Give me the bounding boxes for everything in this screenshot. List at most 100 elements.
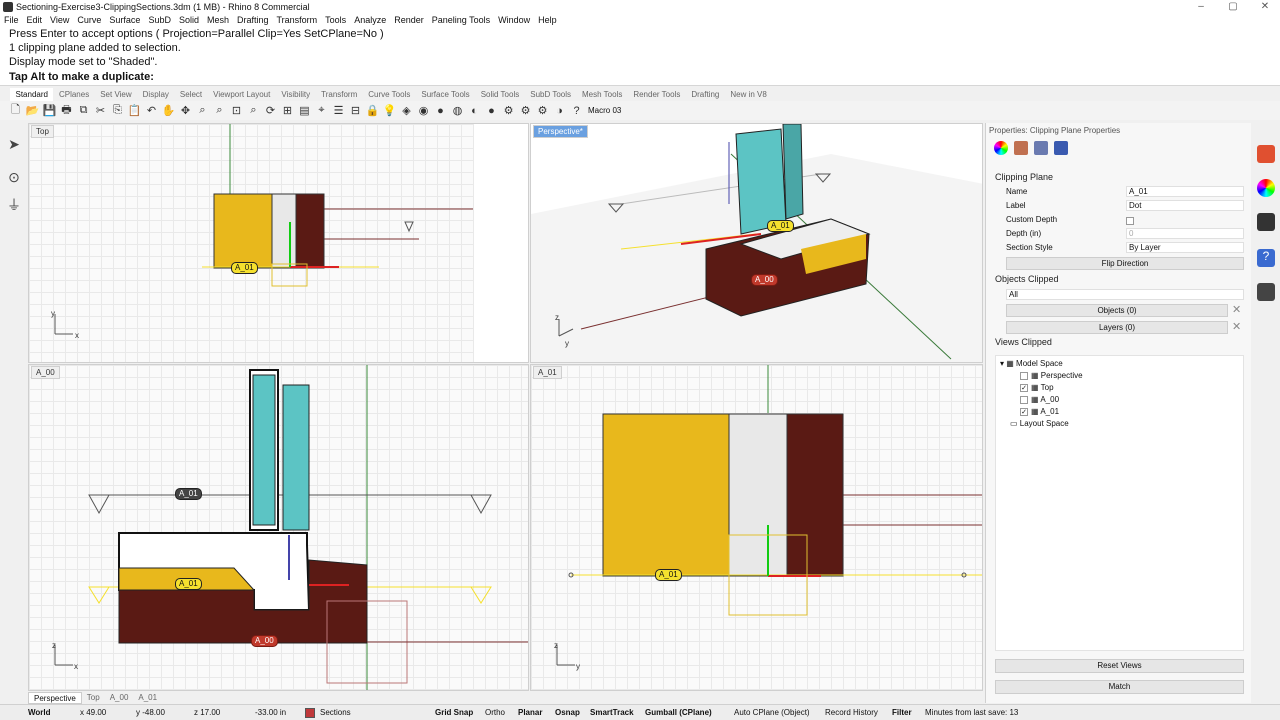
minimize-icon[interactable]: – bbox=[1186, 0, 1216, 14]
material-icon[interactable]: ◈ bbox=[399, 103, 414, 118]
menu-surface[interactable]: Surface bbox=[105, 14, 144, 27]
tab-viewport-layout[interactable]: Viewport Layout bbox=[208, 88, 276, 101]
tab-mesh-tools[interactable]: Mesh Tools bbox=[577, 88, 628, 101]
ortho-toggle[interactable]: Ortho bbox=[485, 708, 505, 717]
objects-button[interactable]: Objects (0) bbox=[1006, 304, 1228, 317]
grid-snap-toggle[interactable]: Grid Snap bbox=[435, 708, 473, 717]
render-icon[interactable]: ◍ bbox=[450, 103, 465, 118]
tab-subd-tools[interactable]: SubD Tools bbox=[525, 88, 577, 101]
record-history-toggle[interactable]: Record History bbox=[825, 708, 878, 717]
tab-visibility[interactable]: Visibility bbox=[276, 88, 316, 101]
clear-layers-icon[interactable]: ✕ bbox=[1232, 320, 1241, 333]
depth-input[interactable]: 0 bbox=[1126, 228, 1244, 239]
menu-tools[interactable]: Tools bbox=[321, 14, 350, 27]
copy-icon[interactable]: ⎘ bbox=[110, 103, 125, 118]
clip-tag-a01-label[interactable]: A_01 bbox=[175, 488, 202, 500]
layer-color-swatch[interactable] bbox=[305, 708, 315, 718]
gumball-toggle[interactable]: Gumball (CPlane) bbox=[645, 708, 712, 717]
tab-standard[interactable]: Standard bbox=[10, 88, 54, 101]
tree-view-a00[interactable]: ▦ A_00 bbox=[1020, 394, 1059, 406]
lock-icon[interactable]: 🔒 bbox=[365, 103, 380, 118]
menu-edit[interactable]: Edit bbox=[23, 14, 47, 27]
tab-display[interactable]: Display bbox=[137, 88, 174, 101]
status-cplane[interactable]: World bbox=[28, 708, 51, 717]
layer-icon[interactable]: ⊟ bbox=[348, 103, 363, 118]
open-file-icon[interactable]: 📂 bbox=[25, 103, 40, 118]
move-view-icon[interactable]: ✥ bbox=[178, 103, 193, 118]
command-area[interactable]: Press Enter to accept options ( Projecti… bbox=[0, 27, 1280, 86]
viewport-a00[interactable]: A_00 z x A_01 A_01 A_00 bbox=[28, 364, 529, 691]
menu-help[interactable]: Help bbox=[534, 14, 561, 27]
sphere-shaded-icon[interactable]: ● bbox=[433, 103, 448, 118]
clear-objects-icon[interactable]: ✕ bbox=[1232, 303, 1241, 316]
clip-tag-a01[interactable]: A_01 bbox=[175, 578, 202, 590]
zoom-window-icon[interactable]: ⌕ bbox=[212, 103, 227, 118]
tab-set-view[interactable]: Set View bbox=[95, 88, 137, 101]
help-icon[interactable]: ? bbox=[569, 103, 584, 118]
clip-tag-a00[interactable]: A_00 bbox=[751, 274, 778, 286]
color-wheel-icon[interactable] bbox=[994, 141, 1008, 155]
cplane-icon[interactable]: ▤ bbox=[297, 103, 312, 118]
section-style-select[interactable]: By Layer bbox=[1126, 242, 1244, 253]
tab-drafting[interactable]: Drafting bbox=[686, 88, 725, 101]
menu-transform[interactable]: Transform bbox=[273, 14, 322, 27]
menu-drafting[interactable]: Drafting bbox=[233, 14, 273, 27]
tab-render-tools[interactable]: Render Tools bbox=[628, 88, 686, 101]
menu-window[interactable]: Window bbox=[494, 14, 534, 27]
save-icon[interactable]: 💾 bbox=[42, 103, 57, 118]
viewport-tab-perspective[interactable]: Perspective bbox=[28, 692, 82, 704]
new-file-icon[interactable]: 🗋 bbox=[8, 103, 23, 118]
tree-view-top[interactable]: ✓ ▦ Top bbox=[1020, 382, 1054, 394]
env-icon[interactable]: ◐ bbox=[467, 103, 482, 118]
pan-icon[interactable]: ✋ bbox=[161, 103, 176, 118]
rotate-view-icon[interactable]: ⟳ bbox=[263, 103, 278, 118]
viewport-tab-a-00[interactable]: A_00 bbox=[105, 692, 134, 704]
point-icon[interactable]: ⊙ bbox=[5, 169, 23, 187]
tree-view-perspective[interactable]: ▦ Perspective bbox=[1020, 370, 1083, 382]
auto-cplane-toggle[interactable]: Auto CPlane (Object) bbox=[734, 708, 810, 717]
match-button[interactable]: Match bbox=[995, 680, 1244, 694]
options-icon[interactable]: ◑ bbox=[552, 103, 567, 118]
import-icon[interactable]: ⧉ bbox=[76, 103, 91, 118]
clip-tag-a01[interactable]: A_01 bbox=[231, 262, 258, 274]
close-icon[interactable]: ✕ bbox=[1250, 0, 1280, 14]
osnap-toggle[interactable]: Osnap bbox=[555, 708, 580, 717]
tab-solid-tools[interactable]: Solid Tools bbox=[475, 88, 525, 101]
smarttrack-toggle[interactable]: SmartTrack bbox=[590, 708, 634, 717]
clip-tag-a01[interactable]: A_01 bbox=[767, 220, 794, 232]
filter-toggle[interactable]: Filter bbox=[892, 708, 912, 717]
menu-file[interactable]: File bbox=[0, 14, 23, 27]
zoom-extents-icon[interactable]: ⊡ bbox=[229, 103, 244, 118]
viewport-tab-top[interactable]: Top bbox=[82, 692, 105, 704]
properties-panel-icon[interactable] bbox=[1257, 179, 1275, 197]
tree-layout-space[interactable]: ▭ Layout Space bbox=[1010, 418, 1069, 430]
menu-curve[interactable]: Curve bbox=[73, 14, 105, 27]
tree-view-a01[interactable]: ✓ ▦ A_01 bbox=[1020, 406, 1059, 418]
sphere-render-icon[interactable]: ● bbox=[484, 103, 499, 118]
menu-render[interactable]: Render bbox=[390, 14, 428, 27]
tab-select[interactable]: Select bbox=[174, 88, 207, 101]
maximize-icon[interactable]: ▢ bbox=[1218, 0, 1248, 14]
filter-icon[interactable]: ⏚ bbox=[5, 195, 23, 213]
menu-subd[interactable]: SubD bbox=[144, 14, 175, 27]
tab-surface-tools[interactable]: Surface Tools bbox=[416, 88, 475, 101]
object-icon[interactable] bbox=[1054, 141, 1068, 155]
status-layer[interactable]: Sections bbox=[320, 708, 351, 717]
python-icon[interactable]: ⚙ bbox=[535, 103, 550, 118]
menu-analyze[interactable]: Analyze bbox=[350, 14, 390, 27]
viewport-tab-a-01[interactable]: A_01 bbox=[133, 692, 162, 704]
tree-model-space[interactable]: ▾ ▦ Model Space bbox=[1000, 358, 1063, 370]
undo-icon[interactable]: ↶ bbox=[144, 103, 159, 118]
clip-tag-a00[interactable]: A_00 bbox=[251, 635, 278, 647]
zoom-selected-icon[interactable]: ⌕ bbox=[246, 103, 261, 118]
tab-new-in-v8[interactable]: New in V8 bbox=[725, 88, 772, 101]
display-panel-icon[interactable] bbox=[1257, 213, 1275, 231]
material-icon[interactable] bbox=[1014, 141, 1028, 155]
custom-depth-checkbox[interactable] bbox=[1126, 215, 1137, 225]
print-icon[interactable]: 🖶 bbox=[59, 103, 74, 118]
reset-views-button[interactable]: Reset Views bbox=[995, 659, 1244, 673]
paste-icon[interactable]: 📋 bbox=[127, 103, 142, 118]
objects-filter-select[interactable]: All bbox=[1006, 289, 1244, 300]
menu-view[interactable]: View bbox=[46, 14, 73, 27]
label-select[interactable]: Dot bbox=[1126, 200, 1244, 211]
